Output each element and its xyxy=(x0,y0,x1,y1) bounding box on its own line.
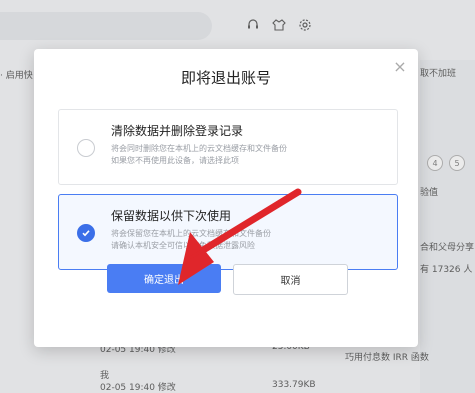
cancel-button[interactable]: 取消 xyxy=(233,264,348,295)
logout-dialog: 即将退出账号 × 清除数据并删除登录记录 将会同时删除您在本机上的云文档缓存和文… xyxy=(34,49,418,347)
dialog-title: 即将退出账号 xyxy=(180,69,271,87)
option-title: 清除数据并删除登录记录 xyxy=(111,124,244,138)
radio-selected[interactable] xyxy=(77,224,95,242)
close-icon[interactable]: × xyxy=(392,59,408,75)
option-desc-line: 请确认本机安全可信以避免数据泄露风险 xyxy=(111,241,255,250)
option-title: 保留数据以供下次使用 xyxy=(111,209,232,223)
option-description: 将会同时删除您在本机上的云文档缓存和文件备份 如果您不再使用此设备，请选择此项 xyxy=(111,143,391,167)
option-desc-line: 将会保留您在本机上的云文档缓存和文件备份 xyxy=(111,229,271,238)
option-description: 将会保留您在本机上的云文档缓存和文件备份 请确认本机安全可信以避免数据泄露风险 xyxy=(111,228,391,252)
option-clear-data[interactable]: 清除数据并删除登录记录 将会同时删除您在本机上的云文档缓存和文件备份 如果您不再… xyxy=(58,109,398,185)
option-desc-line: 如果您不再使用此设备，请选择此项 xyxy=(111,156,239,165)
option-desc-line: 将会同时删除您在本机上的云文档缓存和文件备份 xyxy=(111,144,287,153)
confirm-logout-button[interactable]: 确定退出 xyxy=(107,264,221,293)
option-keep-data[interactable]: 保留数据以供下次使用 将会保留您在本机上的云文档缓存和文件备份 请确认本机安全可… xyxy=(58,194,398,270)
radio-unselected[interactable] xyxy=(77,139,95,157)
check-icon xyxy=(82,230,90,237)
